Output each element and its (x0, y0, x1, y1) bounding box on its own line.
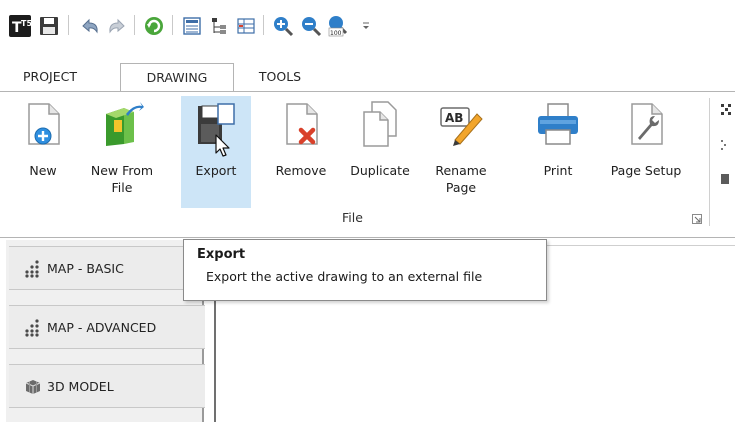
redo-icon[interactable] (105, 14, 129, 38)
new-from-file-button[interactable]: New From File (89, 96, 155, 208)
print-button-label: Print (543, 163, 573, 178)
map-grid-icon (25, 319, 39, 337)
nav-item-map-basic[interactable]: MAP - BASIC (9, 246, 205, 290)
zoom-out-icon[interactable] (299, 14, 323, 38)
new-from-file-button-label: New From File (90, 163, 154, 195)
left-panel: MAP - BASIC MAP - ADVANCED 3D MODEL (6, 240, 205, 422)
nav-item-label: 3D MODEL (47, 378, 114, 394)
map-grid-icon (25, 260, 39, 278)
tree-view-icon[interactable] (207, 14, 231, 38)
ribbon-tabs: PROJECT DRAWING TOOLS (0, 58, 735, 92)
new-document-icon (28, 103, 60, 145)
save-icon[interactable] (37, 14, 61, 38)
remove-button[interactable]: Remove (270, 96, 332, 208)
tooltip-description: Export the active drawing to an external… (206, 269, 483, 284)
tab-tools[interactable]: TOOLS (252, 63, 308, 92)
tab-drawing[interactable]: DRAWING (120, 63, 234, 92)
remove-button-label: Remove (275, 163, 327, 178)
rename-page-button[interactable]: AB Rename Page (428, 96, 494, 208)
svg-text:T5: T5 (21, 19, 31, 28)
file-group-label: File (342, 210, 363, 225)
export-tooltip: Export Export the active drawing to an e… (183, 239, 547, 301)
new-button[interactable]: New (19, 96, 67, 208)
page-setup-icon (631, 103, 663, 145)
nav-item-label: MAP - ADVANCED (47, 319, 157, 335)
dialog-launcher-icon[interactable] (692, 214, 702, 224)
zoom-100-icon[interactable]: 100 (326, 14, 350, 38)
tab-project[interactable]: PROJECT (14, 63, 86, 92)
zoom-in-icon[interactable] (271, 14, 295, 38)
export-button-label: Export (195, 163, 237, 178)
new-from-file-icon (106, 102, 144, 146)
customize-dropdown-icon[interactable] (354, 14, 378, 38)
3d-model-icon (25, 380, 41, 394)
list-view-icon[interactable] (180, 14, 204, 38)
nav-item-map-advanced[interactable]: MAP - ADVANCED (9, 305, 205, 349)
page-setup-button-label: Page Setup (610, 163, 682, 178)
next-group-partial-icon[interactable] (719, 102, 735, 192)
new-button-label: New (29, 163, 57, 178)
remove-document-icon (286, 103, 318, 145)
grid-view-icon[interactable] (234, 14, 258, 38)
svg-text:100: 100 (330, 30, 342, 37)
quick-access-toolbar: T T5 100 (0, 0, 735, 58)
app-logo-icon[interactable]: T T5 (8, 14, 32, 38)
rename-page-button-label: Rename Page (435, 163, 487, 195)
print-button[interactable]: Print (532, 96, 584, 208)
ribbon-panel: New New From File Export Remove Duplicat… (0, 91, 735, 238)
duplicate-icon (363, 101, 397, 147)
printer-icon (538, 103, 578, 145)
page-setup-button[interactable]: Page Setup (596, 96, 696, 208)
undo-icon[interactable] (78, 14, 102, 38)
duplicate-button[interactable]: Duplicate (345, 96, 415, 208)
nav-item-label: MAP - BASIC (47, 260, 124, 276)
mouse-cursor-icon (215, 134, 230, 157)
svg-text:AB: AB (445, 111, 463, 125)
rename-icon: AB (440, 107, 483, 146)
duplicate-button-label: Duplicate (350, 163, 410, 178)
refresh-icon[interactable] (142, 14, 166, 38)
tooltip-title: Export (197, 247, 246, 262)
nav-item-3d-model[interactable]: 3D MODEL (9, 364, 205, 408)
